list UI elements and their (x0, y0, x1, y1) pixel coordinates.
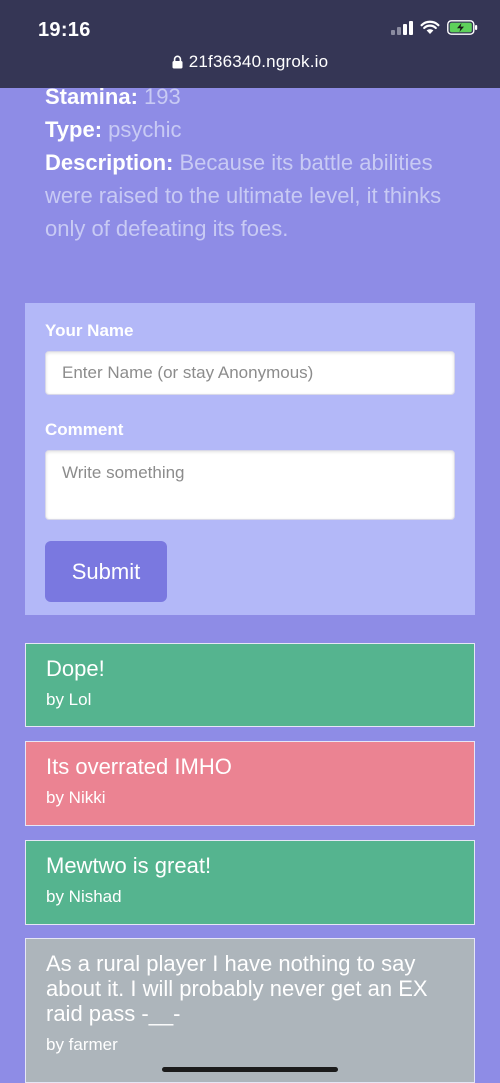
stamina-label: Stamina: (45, 84, 138, 109)
comment-author: by Nikki (46, 788, 106, 807)
wifi-icon (420, 20, 440, 34)
cellular-signal-icon (391, 20, 413, 35)
comment-input[interactable] (45, 450, 455, 520)
comment-label: Comment (45, 420, 124, 439)
address-bar[interactable]: 21f36340.ngrok.io (0, 52, 500, 72)
comment-card: Mewtwo is great! by Nishad (25, 840, 475, 925)
comment-card: Dope! by Lol (25, 643, 475, 727)
description-label: Description: (45, 150, 174, 175)
comment-card: Its overrated IMHO by Nikki (25, 741, 475, 826)
home-indicator (162, 1067, 338, 1072)
browser-chrome: 19:16 21f36340.ngrok.io (0, 0, 500, 88)
stamina-value: 193 (144, 84, 181, 109)
url-text: 21f36340.ngrok.io (188, 52, 329, 71)
pokemon-details: Stamina: 193 Type: psychic Description: … (45, 80, 465, 245)
status-icons (391, 20, 478, 35)
comment-author: by Nishad (46, 887, 122, 906)
comment-text: Its overrated IMHO (46, 754, 232, 779)
lock-icon (172, 55, 183, 69)
comment-text: As a rural player I have nothing to say … (46, 951, 428, 1026)
name-input[interactable] (45, 351, 455, 395)
comment-author: by Lol (46, 690, 92, 709)
name-label: Your Name (45, 321, 134, 340)
stamina-row: Stamina: 193 (45, 80, 465, 113)
comment-author: by farmer (46, 1035, 118, 1054)
type-label: Type: (45, 117, 103, 142)
battery-charging-icon (447, 20, 478, 35)
type-row: Type: psychic (45, 113, 465, 146)
submit-button[interactable]: Submit (45, 541, 167, 602)
type-value: psychic (108, 117, 182, 142)
status-time: 19:16 (38, 19, 91, 41)
comment-form: Your Name Comment Submit (25, 303, 475, 615)
description-row: Description: Because its battle abilitie… (45, 146, 465, 245)
comment-text: Mewtwo is great! (46, 853, 212, 878)
comment-text: Dope! (46, 656, 105, 681)
comment-card: As a rural player I have nothing to say … (25, 938, 475, 1083)
